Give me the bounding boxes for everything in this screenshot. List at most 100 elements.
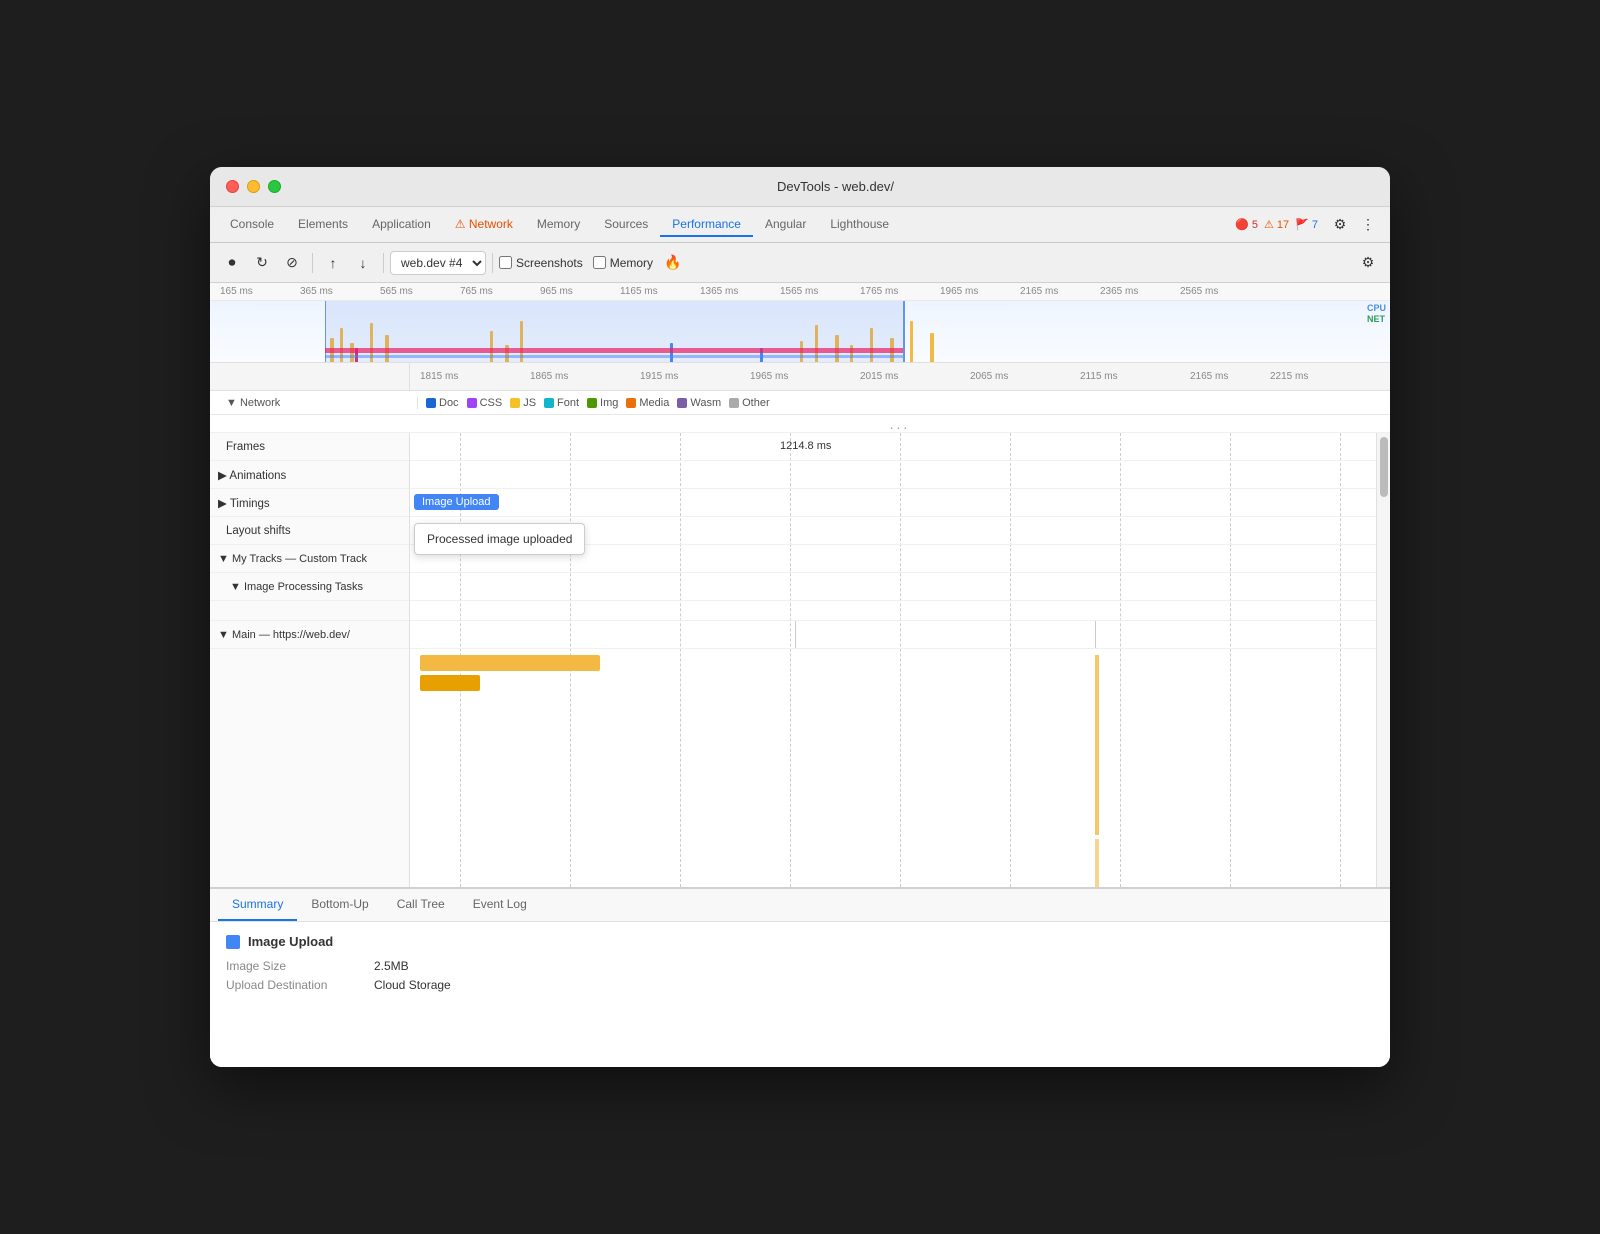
legend-other-dot [729,398,739,408]
warning-badge: ⚠ 17 [1264,218,1289,231]
summary-title: Image Upload [226,934,1374,949]
animations-row-label[interactable]: ▶ Animations [210,461,409,489]
tab-network[interactable]: ⚠ Network [443,213,525,237]
timeline-tick-4: 2015 ms [860,371,898,382]
close-button[interactable] [226,180,239,193]
flame-icon[interactable]: 🔥 [659,249,687,277]
tab-call-tree[interactable]: Call Tree [383,889,459,921]
legend-css: CSS [467,397,503,409]
minimize-button[interactable] [247,180,260,193]
timeline-content[interactable]: 1214.8 ms Image Upload Processed image u… [410,433,1376,887]
frames-row-label: Frames [210,433,409,461]
memory-checkbox[interactable] [593,256,606,269]
timeline-tick-3: 1965 ms [750,371,788,382]
separator3 [492,253,493,273]
ruler-tick-1: 365 ms [300,286,333,297]
session-select[interactable]: web.dev #4 [390,251,486,275]
main-label[interactable]: ▼ Main — https://web.dev/ [210,629,358,641]
summary-row-dest: Upload Destination Cloud Storage [226,978,1374,992]
record-button[interactable]: ⏺ [218,249,246,277]
legend-css-label: CSS [480,397,503,409]
selection-handle-right[interactable] [903,301,905,363]
tab-application[interactable]: Application [360,213,443,237]
more-icon[interactable]: ⋮ [1354,211,1382,239]
ruler-tick-7: 1565 ms [780,286,818,297]
summary-key-dest: Upload Destination [226,978,366,992]
dots-row: ... [210,415,1390,433]
traffic-lights [226,180,281,193]
error-badge: 🔴 5 [1235,218,1258,231]
ruler-tick-12: 2565 ms [1180,286,1218,297]
maximize-button[interactable] [268,180,281,193]
timings-row-label[interactable]: ▶ Timings [210,489,409,517]
legend-js-label: JS [523,397,536,409]
selection-overlay[interactable] [325,301,905,363]
settings-performance-icon[interactable]: ⚙ [1354,249,1382,277]
scrollbar-thumb[interactable] [1380,437,1388,497]
reload-record-button[interactable]: ↻ [248,249,276,277]
tab-performance[interactable]: Performance [660,213,753,237]
timeline-tick-7: 2165 ms [1190,371,1228,382]
network-section-label[interactable]: ▼ Network [226,397,409,409]
ruler-tick-5: 1165 ms [620,286,658,297]
tab-elements[interactable]: Elements [286,213,360,237]
tab-event-log[interactable]: Event Log [459,889,541,921]
layout-shifts-label: Layout shifts [210,525,299,537]
tab-memory[interactable]: Memory [525,213,592,237]
ruler-tick-11: 2365 ms [1100,286,1138,297]
legend-media-label: Media [639,397,669,409]
clear-button[interactable]: ⊘ [278,249,306,277]
custom-track-label[interactable]: ▼ My Tracks — Custom Track [210,553,375,565]
yellow-bar-1 [1095,655,1099,835]
main-vline-1 [795,621,796,648]
summary-value-size: 2.5MB [374,959,409,973]
flame-2[interactable] [420,675,480,691]
more-dots: ... [890,416,911,432]
timings-content: Image Upload Processed image uploaded [410,489,1376,517]
bottom-panel: Summary Bottom-Up Call Tree Event Log Im… [210,887,1390,1067]
title-bar: DevTools - web.dev/ [210,167,1390,207]
tab-summary[interactable]: Summary [218,889,297,921]
image-processing-content [410,573,1376,601]
legend-js: JS [510,397,536,409]
animations-label[interactable]: ▶ Animations [210,468,294,482]
scrollbar[interactable] [1376,433,1390,887]
settings-icon[interactable]: ⚙ [1326,211,1354,239]
overview-panel[interactable]: 165 ms 365 ms 565 ms 765 ms 965 ms 1165 … [210,283,1390,363]
legend-media: Media [626,397,669,409]
tab-bottom-up[interactable]: Bottom-Up [297,889,382,921]
net-label: NET [1367,314,1386,324]
image-processing-label[interactable]: ▼ Image Processing Tasks [210,581,371,593]
legend-wasm-dot [677,398,687,408]
main-thread-area [410,649,1376,849]
download-button[interactable]: ↓ [349,249,377,277]
legend-other-label: Other [742,397,770,409]
screenshots-checkbox[interactable] [499,256,512,269]
ruler-tick-2: 565 ms [380,286,413,297]
flame-1[interactable] [420,655,600,671]
custom-track-row-label[interactable]: ▼ My Tracks — Custom Track [210,545,409,573]
tab-angular[interactable]: Angular [753,213,818,237]
timings-label[interactable]: ▶ Timings [210,496,278,510]
legend-doc-dot [426,398,436,408]
tab-console[interactable]: Console [218,213,286,237]
main-vline-2 [1095,621,1096,648]
devtools-body: 165 ms 365 ms 565 ms 765 ms 965 ms 1165 … [210,283,1390,1067]
image-processing-row-label[interactable]: ▼ Image Processing Tasks [210,573,409,601]
upload-button[interactable]: ↑ [319,249,347,277]
memory-checkbox-label[interactable]: Memory [593,256,653,270]
screenshots-checkbox-label[interactable]: Screenshots [499,256,583,270]
timeline-main: Frames ▶ Animations ▶ Timings Layout shi… [210,433,1390,887]
tab-sources[interactable]: Sources [592,213,660,237]
legend-other: Other [729,397,770,409]
main-row-label[interactable]: ▼ Main — https://web.dev/ [210,621,409,649]
tab-lighthouse[interactable]: Lighthouse [818,213,901,237]
timeline-tick-1: 1865 ms [530,371,568,382]
spacer-content-1 [410,601,1376,621]
legend-font: Font [544,397,579,409]
ruler-tick-8: 1765 ms [860,286,898,297]
issue-badge: 🚩 7 [1295,218,1318,231]
overview-chart[interactable]: CPU NET [210,301,1390,363]
timeline-tick-5: 2065 ms [970,371,1008,382]
image-upload-chip[interactable]: Image Upload [414,494,499,510]
